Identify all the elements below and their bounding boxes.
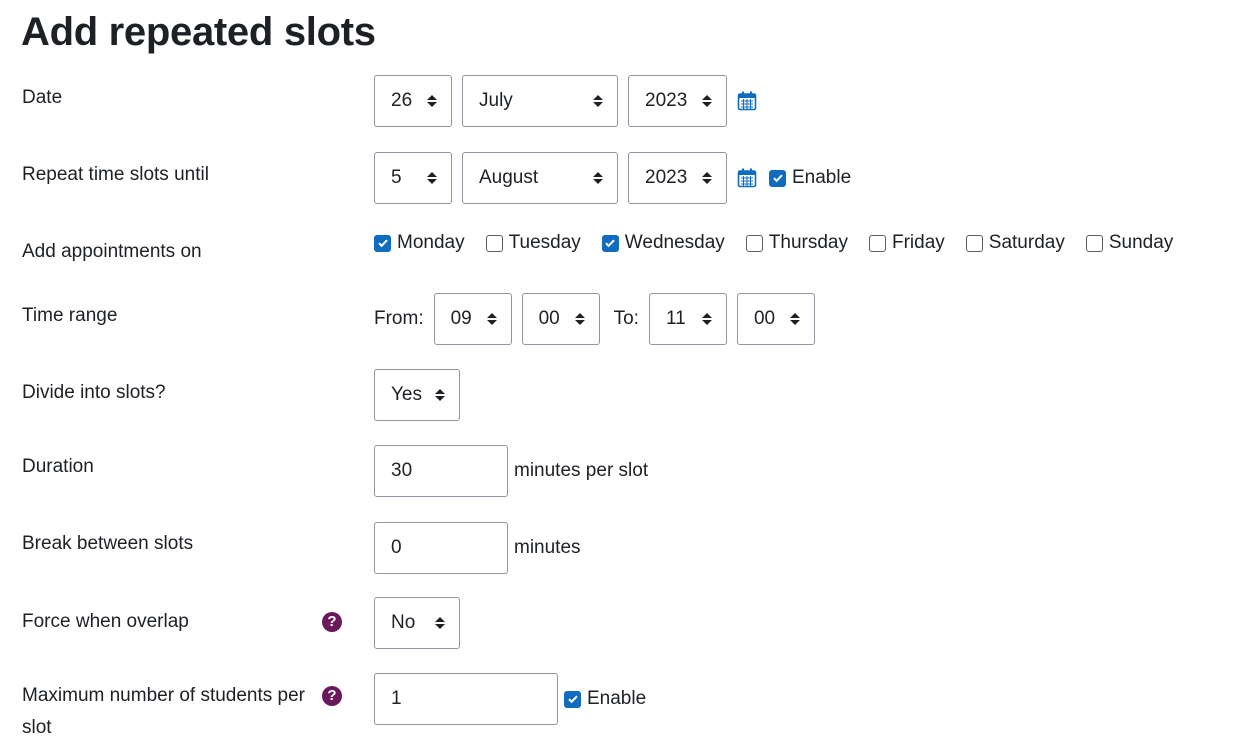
from-hour-value: 09 — [450, 308, 472, 329]
calendar-icon[interactable] — [737, 91, 757, 111]
appointments-days: Monday Tuesday Wednesday Thursday Friday… — [374, 217, 1173, 269]
max-students-label: Maximum number of students per slot — [22, 685, 306, 738]
day-label: Sunday — [1108, 232, 1174, 253]
day-sunday-checkbox[interactable]: Sunday — [1085, 232, 1174, 254]
checkmark-icon — [374, 234, 391, 252]
force-row: No — [374, 597, 460, 649]
select-caret-icon — [427, 95, 437, 107]
from-minute-value: 00 — [538, 308, 560, 329]
repeat-enable-checkbox[interactable]: Enable — [769, 167, 851, 189]
repeat-day-value: 5 — [391, 167, 402, 188]
to-minute-value: 00 — [753, 308, 776, 329]
duration-row: 30 minutes per slot — [374, 445, 648, 497]
checkbox-box — [745, 234, 763, 252]
day-label: Tuesday — [508, 232, 581, 253]
select-caret-icon — [486, 313, 497, 325]
max-students-input[interactable]: 1 — [374, 673, 558, 725]
divide-select[interactable]: Yes — [374, 369, 460, 421]
appointments-label: Add appointments on — [22, 241, 202, 262]
from-hour-select[interactable]: 09 — [433, 293, 512, 345]
select-caret-icon — [427, 172, 437, 184]
repeat-enable-label: Enable — [792, 167, 852, 188]
day-label: Thursday — [768, 232, 848, 253]
divide-value: Yes — [391, 384, 422, 405]
day-label: Saturday — [988, 232, 1065, 253]
force-value: No — [391, 612, 416, 633]
divide-row: Yes — [374, 369, 460, 421]
day-label: Wednesday — [624, 232, 725, 253]
date-label: Date — [22, 87, 63, 108]
checkmark-icon — [769, 169, 786, 187]
checkbox-box — [868, 234, 886, 252]
day-label: Friday — [891, 232, 945, 253]
max-students-enable-checkbox[interactable]: Enable — [564, 688, 646, 710]
select-caret-icon — [435, 389, 445, 401]
day-tuesday-checkbox[interactable]: Tuesday — [485, 232, 581, 254]
help-icon[interactable]: ? — [322, 686, 342, 706]
select-caret-icon — [574, 313, 585, 325]
date-month-value: July — [479, 90, 513, 111]
duration-label: Duration — [22, 456, 94, 477]
from-label: From: — [374, 308, 424, 329]
break-value: 0 — [391, 537, 402, 558]
select-caret-icon — [593, 95, 603, 107]
repeat-year-value: 2023 — [645, 167, 688, 188]
to-minute-select[interactable]: 00 — [736, 293, 815, 345]
date-year-select[interactable]: 2023 — [628, 75, 727, 127]
from-minute-select[interactable]: 00 — [521, 293, 600, 345]
date-day-value: 26 — [391, 90, 413, 111]
to-hour-value: 11 — [665, 308, 686, 329]
divide-label: Divide into slots? — [22, 382, 166, 403]
page-title: Add repeated slots — [21, 10, 376, 54]
time-range-row: From: 09 00 To: 11 00 — [374, 293, 815, 345]
date-year-value: 2023 — [645, 90, 688, 111]
date-row: 26 July 2023 — [374, 75, 757, 127]
time-range-label: Time range — [22, 305, 118, 326]
break-suffix: minutes — [514, 537, 581, 558]
break-input[interactable]: 0 — [374, 522, 508, 574]
max-students-value: 1 — [391, 688, 402, 709]
force-select[interactable]: No — [374, 597, 460, 649]
select-caret-icon — [789, 313, 800, 325]
checkbox-box — [1085, 234, 1103, 252]
duration-value: 30 — [391, 460, 413, 481]
duration-input[interactable]: 30 — [374, 445, 508, 497]
to-hour-select[interactable]: 11 — [648, 293, 727, 345]
force-label: Force when overlap — [22, 611, 189, 632]
repeat-until-label: Repeat time slots until — [22, 164, 209, 185]
day-wednesday-checkbox[interactable]: Wednesday — [601, 232, 725, 254]
select-caret-icon — [701, 313, 712, 325]
repeat-month-select[interactable]: August — [462, 152, 618, 204]
checkmark-icon — [601, 234, 619, 252]
select-caret-icon — [593, 172, 603, 184]
checkmark-icon — [564, 690, 581, 708]
day-thursday-checkbox[interactable]: Thursday — [745, 232, 848, 254]
break-label: Break between slots — [22, 533, 194, 554]
date-day-select[interactable]: 26 — [374, 75, 452, 127]
max-students-row: 1 Enable — [374, 673, 646, 725]
help-icon[interactable]: ? — [322, 612, 342, 632]
select-caret-icon — [702, 95, 712, 107]
repeat-until-row: 5 August 2023 Enable — [374, 152, 851, 204]
day-saturday-checkbox[interactable]: Saturday — [965, 232, 1065, 254]
checkbox-box — [485, 234, 503, 252]
select-caret-icon — [702, 172, 712, 184]
repeat-year-select[interactable]: 2023 — [628, 152, 727, 204]
checkbox-box — [965, 234, 983, 252]
select-caret-icon — [435, 617, 445, 629]
repeat-day-select[interactable]: 5 — [374, 152, 452, 204]
break-row: 0 minutes — [374, 522, 581, 574]
duration-suffix: minutes per slot — [514, 460, 649, 481]
day-label: Monday — [397, 232, 465, 253]
max-students-enable-label: Enable — [587, 688, 647, 709]
to-label: To: — [613, 308, 639, 329]
date-month-select[interactable]: July — [462, 75, 618, 127]
repeat-month-value: August — [479, 167, 539, 188]
day-friday-checkbox[interactable]: Friday — [868, 232, 945, 254]
day-monday-checkbox[interactable]: Monday — [374, 232, 465, 254]
calendar-icon[interactable] — [737, 168, 757, 188]
